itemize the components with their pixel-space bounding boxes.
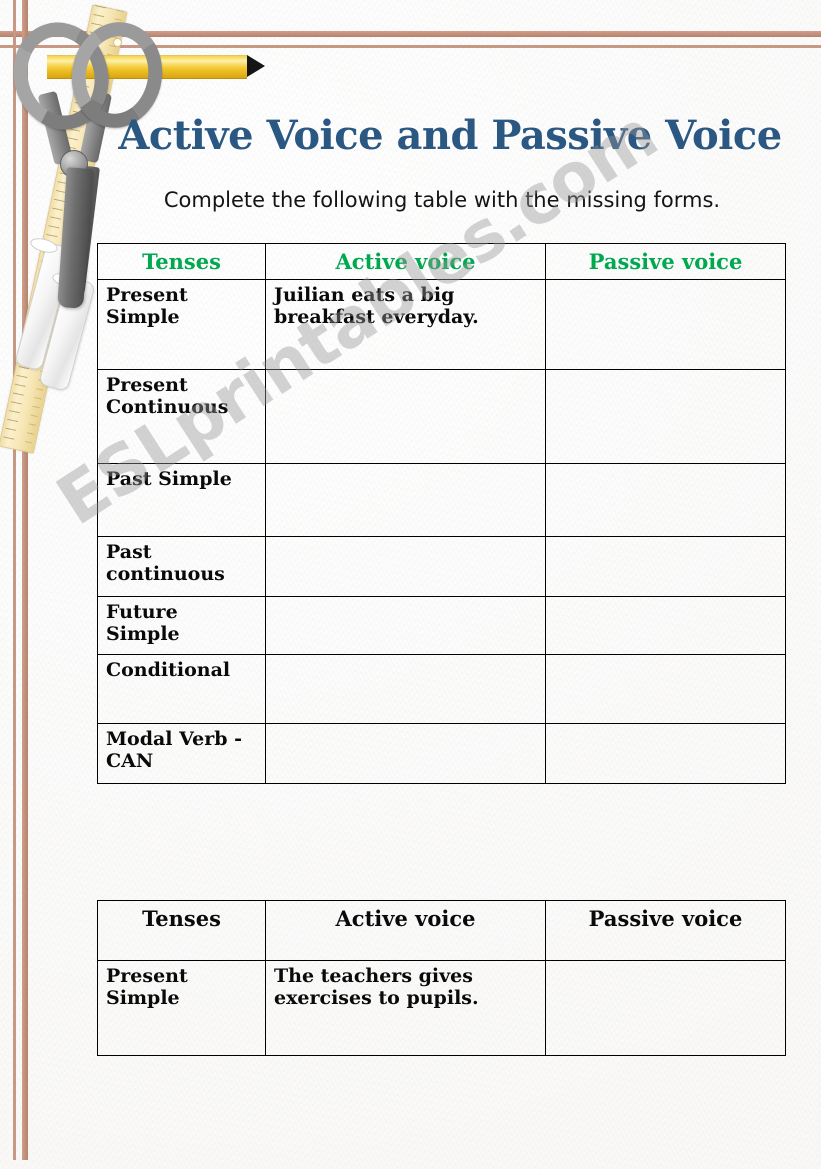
table-row: Conditional [97,653,786,724]
table-header-row: Tenses Active voice Passive voice [97,900,786,961]
cell-passive[interactable] [545,462,786,537]
column-header-active-voice: Active voice [265,243,546,280]
cell-active[interactable] [265,653,546,724]
cell-tense: Present Simple [97,960,266,1056]
cell-active[interactable] [265,462,546,537]
table-row: Future Simple [97,595,786,655]
table-row: Past Simple [97,462,786,537]
table-header-row: Tenses Active voice Passive voice [97,243,786,280]
cell-tense: Modal Verb - CAN [97,722,266,784]
cell-active[interactable]: Juilian eats a big breakfast everyday. [265,278,546,370]
column-header-tenses: Tenses [97,900,266,961]
cell-tense: Past continuous [97,535,266,597]
cell-tense: Present Continuous [97,368,266,464]
cell-passive[interactable] [545,535,786,597]
table-row: Past continuous [97,535,786,597]
worksheet-content: Active Voice and Passive Voice Complete … [0,0,821,1169]
tenses-table-second: Tenses Active voice Passive voice Presen… [97,900,786,1056]
table-row: Present Continuous [97,368,786,464]
cell-passive[interactable] [545,653,786,724]
cell-active[interactable]: The teachers gives exercises to pupils. [265,960,546,1056]
instruction-text: Complete the following table with the mi… [163,188,721,212]
cell-tense: Past Simple [97,462,266,537]
table-row: Modal Verb - CAN [97,722,786,784]
cell-active[interactable] [265,722,546,784]
cell-active[interactable] [265,535,546,597]
table-row: Present Simple The teachers gives exerci… [97,960,786,1056]
column-header-tenses: Tenses [97,243,266,280]
page-title: Active Voice and Passive Voice [118,112,782,159]
cell-passive[interactable] [545,722,786,784]
cell-tense: Conditional [97,653,266,724]
cell-passive[interactable] [545,368,786,464]
cell-passive[interactable] [545,278,786,370]
cell-active[interactable] [265,368,546,464]
cell-tense: Future Simple [97,595,266,655]
column-header-passive-voice: Passive voice [545,900,786,961]
column-header-passive-voice: Passive voice [545,243,786,280]
cell-passive[interactable] [545,595,786,655]
cell-tense: Present Simple [97,278,266,370]
column-header-active-voice: Active voice [265,900,546,961]
table-row: Present Simple Juilian eats a big breakf… [97,278,786,370]
tenses-table-main: Tenses Active voice Passive voice Presen… [97,243,786,784]
cell-passive[interactable] [545,960,786,1056]
cell-active[interactable] [265,595,546,655]
